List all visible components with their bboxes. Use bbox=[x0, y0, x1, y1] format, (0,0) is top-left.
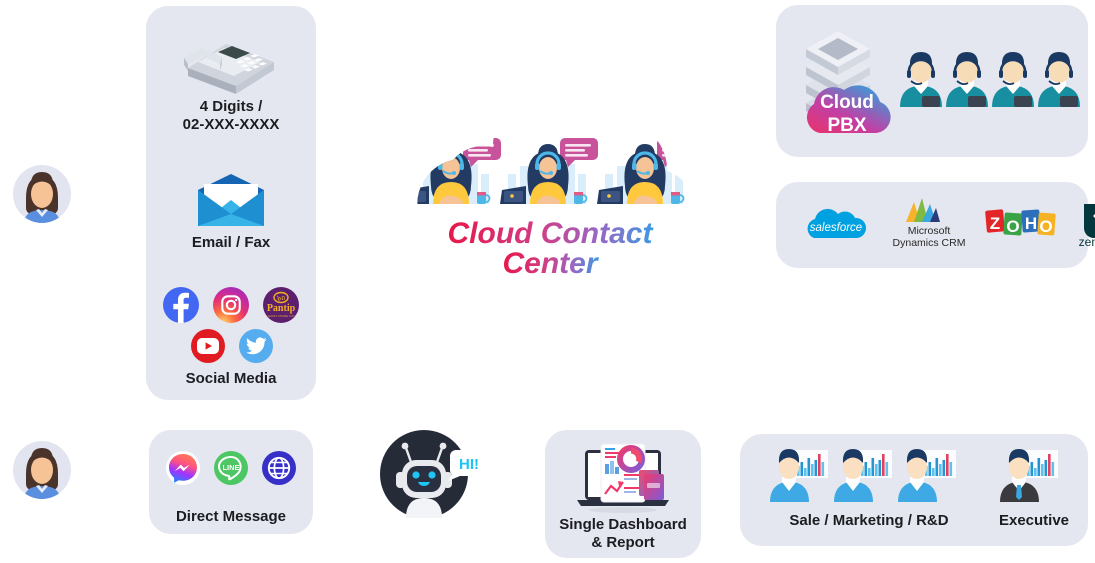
pbx-agent-icon bbox=[1038, 52, 1080, 107]
social-icons-row-2 bbox=[182, 326, 282, 366]
pbx-agent-icon bbox=[900, 52, 942, 107]
chatbot-speech-bubble: HI! bbox=[448, 450, 488, 481]
sales-team-label: Sale / Marketing / R&D bbox=[789, 512, 949, 529]
svg-text:O: O bbox=[1006, 217, 1019, 236]
cloud-pbx-label-line1: Cloud bbox=[820, 92, 874, 113]
line-icon[interactable]: LINE bbox=[214, 451, 248, 485]
dashboard-label-line2: & Report bbox=[591, 534, 655, 552]
voice-label-line1: 4 Digits / bbox=[199, 98, 263, 115]
analyst-person-icon bbox=[834, 449, 892, 502]
dynamics-label-line2: Dynamics CRM bbox=[893, 237, 966, 249]
svg-text:LINE: LINE bbox=[222, 463, 239, 472]
executive-person-icon bbox=[1000, 449, 1058, 502]
analyst-person-icon bbox=[770, 449, 828, 502]
svg-text:Pantip: Pantip bbox=[267, 303, 296, 314]
dynamics-label-line1: Microsoft bbox=[908, 225, 951, 237]
voice-label-line2: 02-XXX-XXXX bbox=[182, 116, 280, 134]
twitter-icon[interactable] bbox=[239, 329, 273, 363]
facebook-icon[interactable] bbox=[163, 287, 199, 323]
dashboard-report-icon bbox=[571, 442, 675, 514]
youtube-icon[interactable] bbox=[191, 329, 225, 363]
svg-text:๖ถ: ๖ถ bbox=[277, 294, 286, 302]
svg-text:Z: Z bbox=[990, 214, 1000, 233]
direct-message-label: Direct Message bbox=[175, 508, 287, 525]
svg-text:LEARN SHARE FUN: LEARN SHARE FUN bbox=[266, 314, 295, 318]
direct-message-icons: LINE bbox=[161, 448, 301, 488]
chatbot-bubble-text: HI! bbox=[459, 456, 479, 473]
crm-integrations-panel[interactable]: salesforce Microsoft Dynamics CRM Z O H … bbox=[776, 182, 1095, 268]
cloud-pbx-panel[interactable]: Cloud PBX bbox=[776, 5, 1088, 157]
pbx-agent-icon bbox=[992, 52, 1034, 107]
social-media-label: Social Media bbox=[185, 370, 277, 387]
single-dashboard-panel[interactable]: Single Dashboard & Report bbox=[545, 430, 701, 558]
internal-teams-panel[interactable]: Sale / Marketing / R&D Executive bbox=[740, 434, 1088, 546]
svg-text:H: H bbox=[1025, 214, 1037, 233]
desk-phone-icon bbox=[174, 24, 288, 96]
messenger-icon[interactable] bbox=[166, 451, 200, 485]
email-fax-label: Email / Fax bbox=[191, 234, 271, 251]
diagram-canvas: 4 Digits / 02-XXX-XXXX Email / Fax ๖ถ Pa… bbox=[0, 0, 1095, 563]
microsoft-dynamics-crm-logo[interactable]: Microsoft Dynamics CRM bbox=[884, 196, 974, 252]
salesforce-label: salesforce bbox=[810, 222, 862, 234]
dashboard-label: Single Dashboard & Report bbox=[547, 516, 699, 553]
voice-channel-label: 4 Digits / 02-XXX-XXXX bbox=[152, 98, 310, 135]
cloud-pbx-label-line2: PBX bbox=[827, 115, 866, 136]
cloud-title-line2: Center bbox=[502, 247, 599, 280]
zoho-logo[interactable]: Z O H O ZOHO bbox=[984, 204, 1056, 244]
customer-avatar-top bbox=[12, 164, 72, 224]
pbx-agent-icon bbox=[946, 52, 988, 107]
customer-avatar-bottom bbox=[12, 440, 72, 500]
dashboard-label-line1: Single Dashboard bbox=[559, 516, 687, 533]
envelope-icon bbox=[196, 174, 266, 228]
direct-message-panel[interactable]: LINE Direct Message bbox=[149, 430, 313, 534]
zendesk-logo[interactable]: zendesk bbox=[1066, 198, 1095, 252]
svg-text:O: O bbox=[1039, 217, 1052, 236]
zendesk-label: zendesk bbox=[1079, 235, 1095, 249]
analyst-person-icon bbox=[898, 449, 956, 502]
pantip-icon[interactable]: ๖ถ Pantip LEARN SHARE FUN bbox=[263, 287, 299, 323]
cloud-title-line1: Cloud Contact bbox=[448, 217, 655, 250]
instagram-icon[interactable] bbox=[213, 287, 249, 323]
web-chat-icon[interactable] bbox=[262, 451, 296, 485]
channels-panel[interactable]: 4 Digits / 02-XXX-XXXX Email / Fax ๖ถ Pa… bbox=[146, 6, 316, 400]
executive-label: Executive bbox=[998, 512, 1070, 529]
salesforce-logo[interactable]: salesforce bbox=[798, 204, 876, 246]
cloud-contact-center-cloud: Cloud Contact Center bbox=[393, 85, 708, 280]
chatbot-avatar[interactable]: HI! bbox=[380, 428, 490, 520]
social-icons-row-1: ๖ถ Pantip LEARN SHARE FUN bbox=[160, 284, 302, 326]
